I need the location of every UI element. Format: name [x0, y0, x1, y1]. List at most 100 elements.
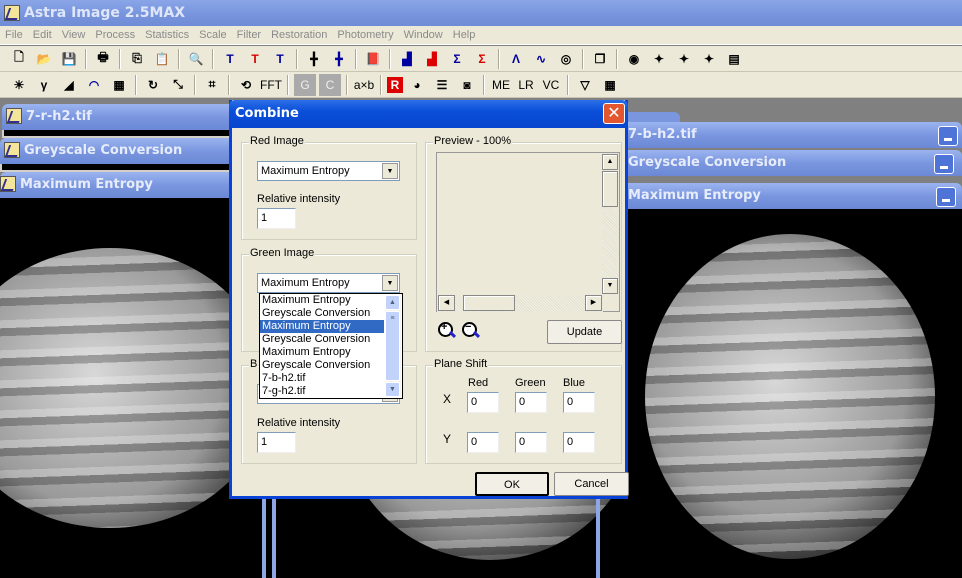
star-icon[interactable]: ✦ — [673, 48, 695, 70]
new-icon[interactable]: 🗋 — [8, 48, 30, 70]
close-button[interactable]: ✕ — [603, 103, 625, 124]
red-intensity-input[interactable]: 1 — [257, 208, 296, 229]
window-7-b-h2[interactable]: 7-b-h2.tif — [620, 122, 962, 148]
green-image-select[interactable]: Maximum Entropy ▼ — [257, 273, 400, 293]
green-image-dropdown-list[interactable]: Maximum Entropy Greyscale Conversion Maxim… — [259, 293, 403, 399]
window-greyscale-conversion-right[interactable]: Greyscale Conversion — [620, 150, 962, 176]
layers-icon[interactable]: ❐ — [589, 48, 611, 70]
menu-filter[interactable]: Filter — [232, 26, 266, 44]
cancel-button[interactable]: Cancel — [554, 472, 629, 496]
rotate-icon[interactable]: ↻ — [142, 74, 164, 96]
crosshair-delete-icon[interactable]: ╋ — [328, 48, 350, 70]
paste-icon[interactable]: 📋 — [151, 48, 173, 70]
x-red-input[interactable]: 0 — [467, 392, 499, 413]
scroll-thumb[interactable]: ≡ — [385, 311, 400, 381]
histogram-red-icon[interactable]: ▟ — [421, 48, 443, 70]
dropdown-option[interactable]: Maximum Entropy — [260, 294, 384, 307]
wave-icon[interactable]: ∿ — [530, 48, 552, 70]
peak-icon[interactable]: Λ — [505, 48, 527, 70]
c-icon[interactable]: C — [319, 73, 341, 96]
x-green-input[interactable]: 0 — [515, 392, 547, 413]
window-7-r-h2[interactable]: 7-r-h2.tif — [2, 104, 242, 138]
copy-icon[interactable]: ⎘ — [126, 48, 148, 70]
red-image-select[interactable]: Maximum Entropy ▼ — [257, 161, 400, 181]
curve-linear-icon[interactable]: ◢ — [58, 74, 80, 96]
y-green-input[interactable]: 0 — [515, 432, 547, 453]
scroll-down-icon[interactable]: ▼ — [385, 382, 400, 397]
print-icon[interactable]: 🖶 — [92, 48, 114, 70]
filter-icon[interactable]: ▽ — [574, 74, 596, 96]
menu-statistics[interactable]: Statistics — [140, 26, 194, 44]
ok-button[interactable]: OK — [475, 472, 549, 496]
window-maximum-entropy-right[interactable]: Maximum Entropy — [620, 183, 962, 209]
y-blue-input[interactable]: 0 — [563, 432, 595, 453]
dropdown-option[interactable]: Greyscale Conversion — [260, 359, 384, 372]
crosshair-1-icon[interactable]: ╋ — [303, 48, 325, 70]
zoom-icon[interactable]: 🔍 — [185, 48, 207, 70]
target-icon[interactable]: ◉ — [623, 48, 645, 70]
scroll-up-icon[interactable]: ▲ — [602, 154, 618, 170]
book-icon[interactable]: 📕 — [362, 48, 384, 70]
menu-edit[interactable]: Edit — [28, 26, 57, 44]
vc-icon[interactable]: VC — [540, 74, 562, 96]
menu-help[interactable]: Help — [448, 26, 481, 44]
menu-window[interactable]: Window — [399, 26, 448, 44]
fft-icon[interactable]: FFT — [260, 74, 282, 96]
rgb-bars-icon[interactable]: ☰ — [431, 74, 453, 96]
menu-view[interactable]: View — [57, 26, 91, 44]
dropdown-option[interactable]: Maximum Entropy — [260, 346, 384, 359]
x-blue-input[interactable]: 0 — [563, 392, 595, 413]
gamma-icon[interactable]: γ — [33, 74, 55, 96]
transform-icon[interactable]: ⟲ — [235, 74, 257, 96]
y-red-input[interactable]: 0 — [467, 432, 499, 453]
window-greyscale-conversion[interactable]: Greyscale Conversion — [0, 138, 240, 172]
minimize-button[interactable] — [938, 126, 958, 146]
menu-file[interactable]: File — [0, 26, 28, 44]
info-icon[interactable]: ▤ — [723, 48, 745, 70]
histogram-icon[interactable]: ▟ — [396, 48, 418, 70]
dropdown-option[interactable]: Greyscale Conversion — [260, 333, 384, 346]
sigma-red-icon[interactable]: Σ — [471, 48, 493, 70]
text-t-delete-icon[interactable]: T — [269, 48, 291, 70]
zoom-out-icon[interactable]: − — [462, 321, 480, 340]
zoom-in-icon[interactable]: + — [438, 321, 456, 340]
preview-pane[interactable]: ▲ ▼ ◀ ▶ — [436, 152, 620, 312]
film-icon[interactable]: ▦ — [108, 74, 130, 96]
menu-photometry[interactable]: Photometry — [332, 26, 398, 44]
scroll-down-icon[interactable]: ▼ — [602, 278, 618, 294]
curve-histogram-icon[interactable]: ◠ — [83, 74, 105, 96]
heatmap-icon[interactable]: ◙ — [456, 74, 478, 96]
me-icon[interactable]: ME — [490, 74, 512, 96]
scroll-right-icon[interactable]: ▶ — [585, 295, 602, 311]
dropdown-scrollbar[interactable]: ▲ ≡ ▼ — [385, 295, 401, 397]
lr-icon[interactable]: LR — [515, 74, 537, 96]
a-b-icon[interactable]: a×b — [353, 74, 375, 96]
preview-hscroll[interactable] — [437, 295, 603, 312]
star-add-icon[interactable]: ✦ — [698, 48, 720, 70]
minimize-button[interactable] — [934, 154, 954, 174]
vscroll-thumb[interactable] — [602, 171, 618, 207]
text-t-red-icon[interactable]: T — [244, 48, 266, 70]
save-icon[interactable]: 💾 — [58, 48, 80, 70]
dropdown-option[interactable]: 7-b-h2.tif — [260, 372, 384, 385]
text-t-cursor-icon[interactable]: T — [219, 48, 241, 70]
sigma-icon[interactable]: Σ — [446, 48, 468, 70]
update-button[interactable]: Update — [547, 320, 622, 344]
minimize-button[interactable] — [936, 187, 956, 207]
dropdown-option[interactable]: Maximum Entropy — [260, 320, 384, 333]
g-icon[interactable]: G — [294, 73, 316, 96]
dropdown-option[interactable]: Greyscale Conversion — [260, 307, 384, 320]
crop-icon[interactable]: ⌗ — [201, 74, 223, 96]
r-icon[interactable]: R — [387, 76, 403, 93]
window-maximum-entropy[interactable]: Maximum Entropy — [0, 172, 240, 578]
star-c-icon[interactable]: ✦ — [648, 48, 670, 70]
grid-icon[interactable]: ▦ — [599, 74, 621, 96]
menu-restoration[interactable]: Restoration — [266, 26, 332, 44]
hscroll-thumb[interactable] — [463, 295, 515, 311]
spiral-icon[interactable]: ◎ — [555, 48, 577, 70]
color-wheel-icon[interactable]: ◕ — [406, 74, 428, 96]
menu-scale[interactable]: Scale — [194, 26, 232, 44]
dropdown-option[interactable]: 7-g-h2.tif — [260, 385, 384, 398]
blue-intensity-input[interactable]: 1 — [257, 432, 296, 453]
brightness-icon[interactable]: ☀ — [8, 74, 30, 96]
